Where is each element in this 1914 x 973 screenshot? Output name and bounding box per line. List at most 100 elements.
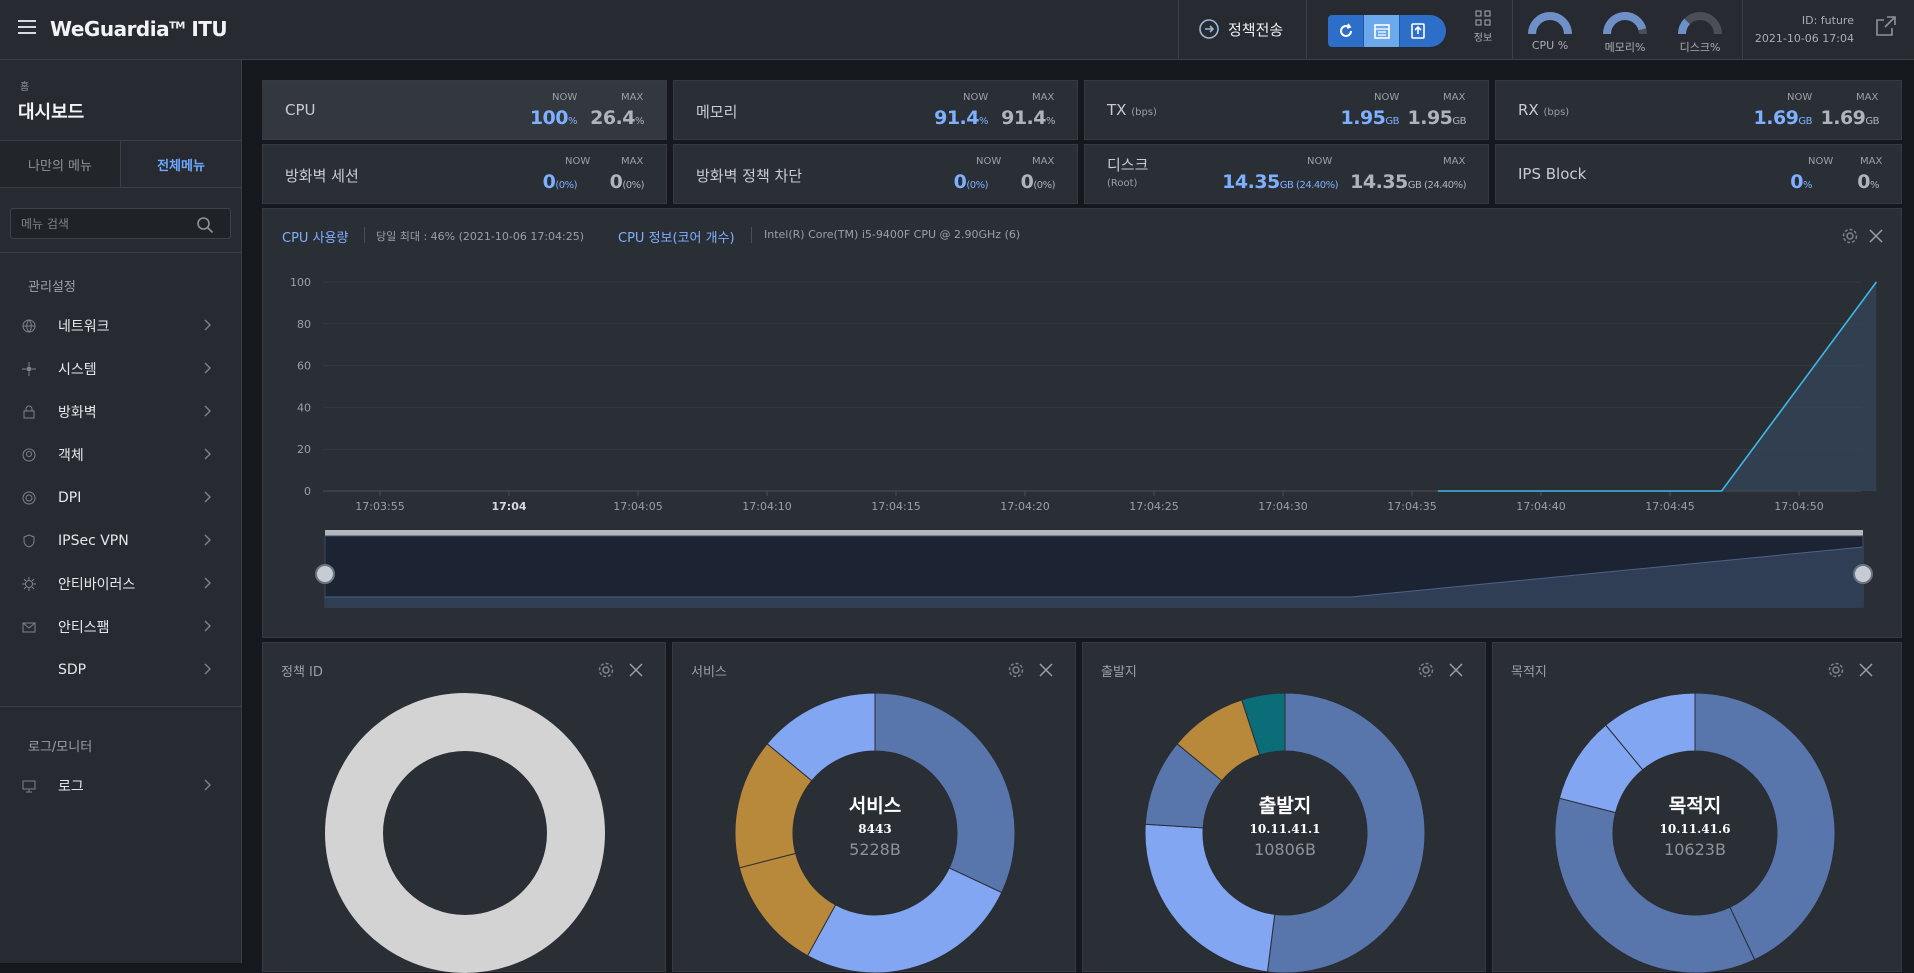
x-tick-label: 17:04:05 bbox=[613, 500, 662, 513]
stat-card-ips-block[interactable]: IPS Block NOW MAX 0% 0% bbox=[1495, 144, 1902, 204]
donut-card-policy-id: 정책 ID bbox=[262, 642, 666, 973]
tab-my-menu[interactable]: 나만의 메뉴 bbox=[0, 141, 121, 187]
stat-now-value: 0(0%) bbox=[953, 171, 989, 193]
close-icon[interactable] bbox=[629, 663, 643, 677]
search-icon[interactable] bbox=[196, 216, 214, 234]
stat-now-value: 14.35GB (24.40%) bbox=[1222, 171, 1338, 193]
memory-gauge-icon bbox=[1603, 12, 1647, 35]
sidebar-item-network[interactable]: 네트워크 bbox=[22, 312, 222, 340]
sidebar-item-ipsec-vpn[interactable]: IPSec VPN bbox=[22, 527, 222, 555]
donut-segment bbox=[806, 867, 1003, 973]
x-tick-label: 17:04:20 bbox=[1000, 500, 1049, 513]
y-tick-label: 20 bbox=[297, 443, 311, 456]
cpu-gauge-icon bbox=[1528, 12, 1572, 35]
sidebar-item-label: DPI bbox=[58, 490, 82, 506]
stat-max-value: 0% bbox=[1857, 171, 1879, 193]
stat-max-value: 26.4% bbox=[590, 107, 644, 129]
donut-center: 출발지 10.11.41.1 10806B bbox=[1249, 795, 1321, 859]
chevron-right-icon bbox=[204, 620, 211, 632]
navigator-handle-left bbox=[315, 564, 335, 584]
sidebar-item-label: 시스템 bbox=[58, 362, 97, 378]
sidebar-item-label: SDP bbox=[58, 662, 87, 678]
close-icon[interactable] bbox=[1859, 663, 1873, 677]
stat-label: RX (bps) bbox=[1518, 101, 1570, 119]
x-tick-label: 17:03:55 bbox=[355, 500, 404, 513]
upload-button[interactable] bbox=[1400, 15, 1436, 47]
donut-card-service: 서비스 서비스 8443 5228B bbox=[672, 642, 1076, 973]
sidebar-item-system[interactable]: 시스템 bbox=[22, 355, 222, 383]
disk-gauge: 디스크% bbox=[1665, 12, 1735, 55]
x-tick-label: 17:04:25 bbox=[1129, 500, 1178, 513]
monitor-icon bbox=[22, 779, 58, 793]
sidebar-item-firewall[interactable]: 방화벽 bbox=[22, 398, 222, 426]
x-tick-label: 17:04:30 bbox=[1258, 500, 1307, 513]
sidebar-item-object[interactable]: 객체 bbox=[22, 441, 222, 469]
mail-icon bbox=[22, 620, 58, 634]
stat-card-rx[interactable]: RX (bps) NOW MAX 1.69GB 1.69GB bbox=[1495, 80, 1902, 140]
calendar-button[interactable] bbox=[1364, 15, 1400, 47]
expand-button[interactable] bbox=[1874, 14, 1898, 42]
now-header: NOW bbox=[1374, 92, 1400, 103]
chevron-right-icon bbox=[204, 534, 211, 546]
x-tick-label: 17:04 bbox=[491, 500, 526, 513]
menu-group-log-monitor: 로그/모니터 bbox=[28, 740, 93, 755]
gear-icon[interactable] bbox=[597, 661, 615, 679]
lock-icon bbox=[22, 405, 58, 419]
stat-max-value: 91.4% bbox=[1001, 107, 1055, 129]
sidebar-item-label: 로그 bbox=[58, 779, 84, 795]
close-icon[interactable] bbox=[1449, 663, 1463, 677]
x-tick-label: 17:04:10 bbox=[742, 500, 791, 513]
chevron-right-icon bbox=[204, 362, 211, 374]
hamburger-menu-icon[interactable] bbox=[18, 20, 36, 34]
donut-card-destination: 목적지 목적지 10.11.41.6 10623B bbox=[1492, 642, 1902, 973]
memory-gauge: 메모리% bbox=[1590, 12, 1660, 55]
stat-card-cpu[interactable]: CPU NOW MAX 100% 26.4% bbox=[262, 80, 667, 140]
policy-send-button[interactable]: 정책전송 bbox=[1180, 0, 1300, 58]
tab-all-menu[interactable]: 전체메뉴 bbox=[121, 141, 241, 187]
sidebar-item-sdp[interactable]: SDP bbox=[22, 656, 222, 684]
stat-card-disk[interactable]: 디스크 (Root) NOW MAX 14.35GB (24.40%) 14.35… bbox=[1084, 144, 1489, 204]
now-header: NOW bbox=[565, 156, 591, 167]
stat-card-firewall-session[interactable]: 방화벽 세션 NOW MAX 0(0%) 0(0%) bbox=[262, 144, 667, 204]
sidebar-item-label: 객체 bbox=[58, 448, 84, 464]
policy-send-label: 정책전송 bbox=[1228, 20, 1284, 39]
chevron-right-icon bbox=[204, 319, 211, 331]
sidebar-item-label: 네트워크 bbox=[58, 319, 110, 335]
max-header: MAX bbox=[1032, 92, 1055, 103]
x-tick-label: 17:04:50 bbox=[1774, 500, 1823, 513]
now-header: NOW bbox=[963, 92, 989, 103]
calendar-icon bbox=[1373, 24, 1390, 39]
globe-icon bbox=[22, 319, 58, 333]
gear-icon[interactable] bbox=[1417, 661, 1435, 679]
sidebar-item-antivirus[interactable]: 안티바이러스 bbox=[22, 570, 222, 598]
y-tick-label: 40 bbox=[297, 401, 311, 414]
sidebar-item-antispam[interactable]: 안티스팸 bbox=[22, 613, 222, 641]
stat-card-firewall-policy-block[interactable]: 방화벽 정책 차단 NOW MAX 0(0%) 0(0%) bbox=[673, 144, 1078, 204]
area-fill bbox=[1437, 282, 1877, 491]
stat-label: 디스크 (Root) bbox=[1107, 156, 1149, 189]
disk-gauge-label: 디스크% bbox=[1679, 41, 1721, 54]
stat-label: IPS Block bbox=[1518, 165, 1587, 183]
menu-search bbox=[10, 208, 231, 239]
gear-icon[interactable] bbox=[1827, 661, 1845, 679]
page-title: 대시보드 bbox=[18, 102, 85, 123]
refresh-button[interactable] bbox=[1328, 15, 1364, 47]
y-tick-label: 0 bbox=[304, 485, 311, 498]
stat-card-memory[interactable]: 메모리 NOW MAX 91.4% 91.4% bbox=[673, 80, 1078, 140]
info-button[interactable]: 정보 bbox=[1466, 10, 1500, 44]
user-id: ID: future bbox=[1801, 14, 1854, 27]
stat-card-tx[interactable]: TX (bps) NOW MAX 1.95GB 1.95GB bbox=[1084, 80, 1489, 140]
now-header: NOW bbox=[976, 156, 1002, 167]
close-icon[interactable] bbox=[1039, 663, 1053, 677]
sidebar-item-log[interactable]: 로그 bbox=[22, 772, 222, 800]
system-icon bbox=[22, 362, 58, 376]
sidebar-item-dpi[interactable]: DPI bbox=[22, 484, 222, 512]
cpu-usage-panel: CPU 사용량 당일 최대 : 46% (2021-10-06 17:04:25… bbox=[262, 208, 1902, 638]
grid-icon bbox=[1475, 10, 1491, 26]
stat-label: 메모리 bbox=[696, 103, 738, 121]
refresh-icon bbox=[1339, 23, 1352, 37]
menu-search-input[interactable] bbox=[11, 209, 181, 238]
cpu-gauge: CPU % bbox=[1515, 12, 1585, 52]
gear-icon[interactable] bbox=[1007, 661, 1025, 679]
user-info: ID: future 2021-10-06 17:04 bbox=[1740, 12, 1854, 48]
